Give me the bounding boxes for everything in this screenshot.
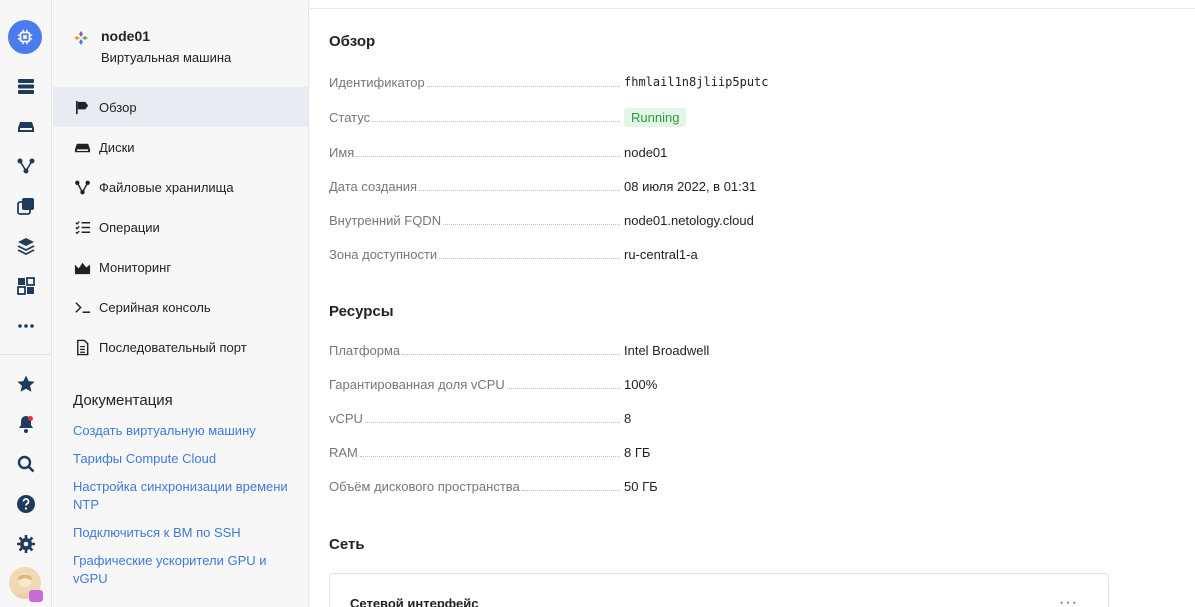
more-options-icon[interactable]: ··· [1059, 594, 1078, 607]
bell-icon[interactable] [14, 412, 38, 436]
row-platform: Платформа Intel Broadwell [329, 340, 1109, 360]
rail-divider [0, 354, 52, 355]
doc-link-ntp[interactable]: Настройка синхронизации времени NTP [73, 478, 288, 514]
operations-icon [73, 218, 91, 236]
nav-item-label: Операции [99, 219, 160, 235]
network-icon[interactable] [14, 154, 38, 178]
doc-link-gpu[interactable]: Графические ускорители GPU и vGPU [73, 552, 288, 588]
doc-link-pricing[interactable]: Тарифы Compute Cloud [73, 450, 288, 468]
notification-dot [28, 416, 33, 421]
row-key: vCPU [329, 410, 363, 426]
file-storage-icon [73, 178, 91, 196]
more-icon[interactable] [14, 314, 38, 338]
copy-icon[interactable] [14, 194, 38, 218]
row-key: Внутренний FQDN [329, 212, 442, 228]
row-value: 8 [624, 410, 632, 426]
row-key: Идентификатор [329, 74, 425, 90]
row-name: Имя node01 [329, 142, 1109, 162]
briefcase-icon [29, 590, 43, 602]
row-key: Дата создания [329, 178, 418, 194]
row-vcpu-share: Гарантированная доля vCPU 100% [329, 374, 1109, 394]
row-key: Статус [329, 109, 371, 125]
nav-item-label: Файловые хранилища [99, 179, 234, 195]
doc-link-create-vm[interactable]: Создать виртуальную машину [73, 422, 288, 440]
nav-item-label: Мониторинг [99, 259, 172, 275]
row-value: 08 июля 2022, в 01:31 [624, 178, 757, 194]
nav-item-label: Серийная консоль [99, 299, 211, 315]
compute-icon[interactable] [8, 20, 42, 54]
row-key: Зона доступности [329, 246, 438, 262]
console-icon [73, 298, 91, 316]
docs-title: Документация [73, 392, 173, 409]
settings-icon[interactable] [14, 532, 38, 556]
disk-icon[interactable] [14, 114, 38, 138]
row-value: node01 [624, 144, 668, 160]
nav-item-label: Диски [99, 139, 135, 155]
vm-type: Виртуальная машина [101, 50, 232, 65]
nav-item-serial-console[interactable]: Серийная консоль [53, 287, 308, 327]
network-title: Сеть [329, 536, 365, 553]
document-icon [73, 338, 91, 356]
row-value: 8 ГБ [624, 444, 651, 460]
row-value: ru-central1-a [624, 246, 698, 262]
row-disk-space: Объём дискового пространства 50 ГБ [329, 476, 1109, 496]
row-key: Платформа [329, 342, 401, 358]
search-icon[interactable] [14, 452, 38, 476]
row-key: Гарантированная доля vCPU [329, 376, 505, 392]
resources-title: Ресурсы [329, 303, 394, 320]
nav-item-label: Обзор [99, 99, 137, 115]
resource-sidebar: node01 Виртуальная машина Обзор Диски Фа… [53, 0, 309, 607]
row-key: RAM [329, 444, 358, 460]
monitoring-icon [73, 258, 91, 276]
status-badge: Running [624, 107, 687, 127]
row-key: Имя [329, 144, 355, 160]
row-status: Статус Running [329, 107, 1109, 127]
row-zone: Зона доступности ru-central1-a [329, 244, 1109, 264]
row-value: 50 ГБ [624, 478, 658, 494]
nav-item-monitoring[interactable]: Мониторинг [53, 247, 308, 287]
vm-logo-icon [74, 31, 88, 45]
icon-rail [0, 0, 52, 607]
network-interface-title: Сетевой интерфейс [350, 596, 479, 607]
nav-item-overview[interactable]: Обзор [53, 87, 308, 127]
grid-icon[interactable] [14, 274, 38, 298]
overview-title: Обзор [329, 33, 376, 50]
servers-icon[interactable] [14, 74, 38, 98]
row-vcpu: vCPU 8 [329, 408, 1109, 428]
disk-icon [73, 138, 91, 156]
nav-item-operations[interactable]: Операции [53, 207, 308, 247]
row-value: 100% [624, 376, 658, 392]
help-icon[interactable] [14, 492, 38, 516]
main-content: Обзор Идентификатор fhmlail1n8jliip5putc… [310, 0, 1195, 607]
vm-id-value[interactable]: fhmlail1n8jliip5putc [624, 75, 769, 89]
nav-item-file-storage[interactable]: Файловые хранилища [53, 167, 308, 207]
flag-icon [73, 98, 91, 116]
layers-icon[interactable] [14, 234, 38, 258]
row-value: Intel Broadwell [624, 342, 710, 358]
star-icon[interactable] [14, 372, 38, 396]
row-id: Идентификатор fhmlail1n8jliip5putc [329, 72, 1109, 92]
row-ram: RAM 8 ГБ [329, 442, 1109, 462]
nav-item-disks[interactable]: Диски [53, 127, 308, 167]
row-created: Дата создания 08 июля 2022, в 01:31 [329, 176, 1109, 196]
doc-link-ssh[interactable]: Подключиться к ВМ по SSH [73, 524, 288, 542]
nav-item-serial-port[interactable]: Последовательный порт [53, 327, 308, 367]
vm-name: node01 [101, 28, 151, 44]
network-interface-card: Сетевой интерфейс ··· [329, 573, 1109, 607]
row-key: Объём дискового пространства [329, 478, 520, 494]
nav-item-label: Последовательный порт [99, 339, 247, 355]
row-value: node01.netology.cloud [624, 212, 754, 228]
row-fqdn: Внутренний FQDN node01.netology.cloud [329, 210, 1109, 230]
